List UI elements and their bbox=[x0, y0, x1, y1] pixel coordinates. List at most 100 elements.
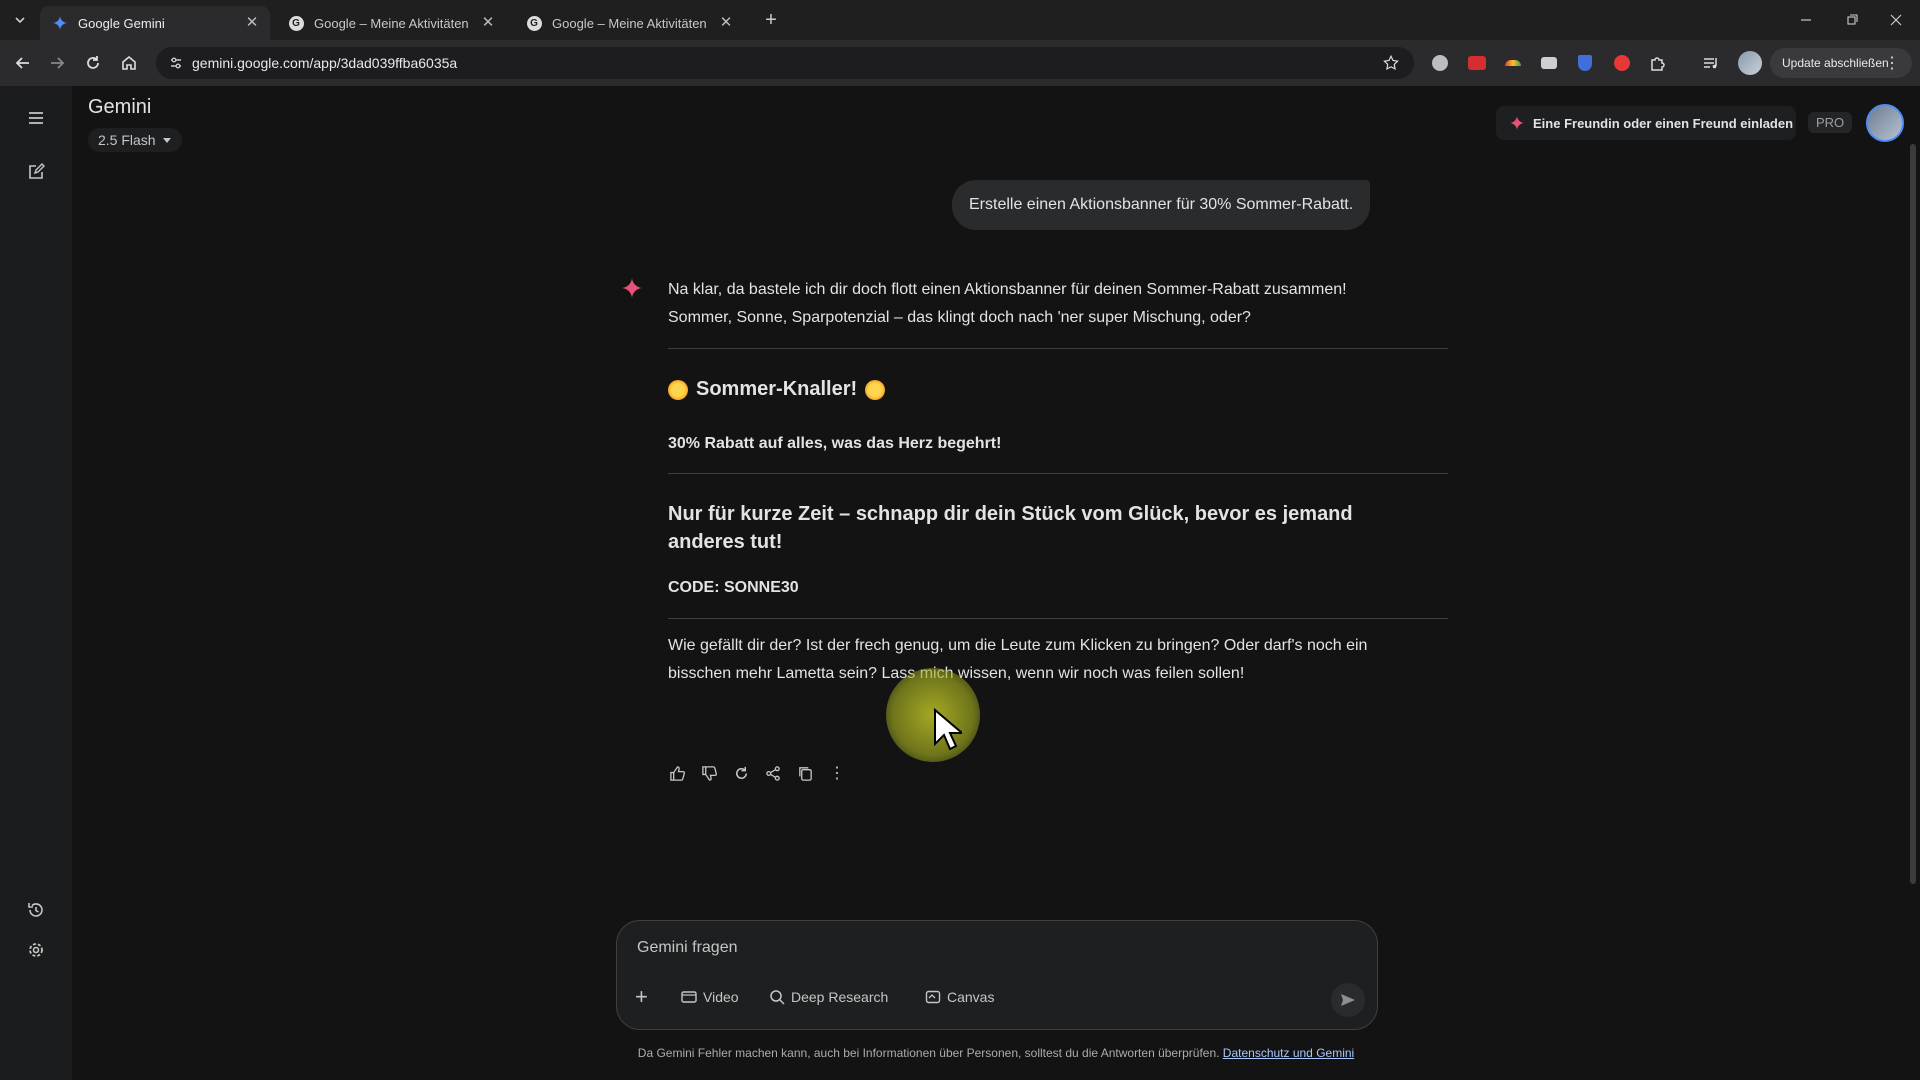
more-options-icon[interactable]: ⋮ bbox=[828, 764, 846, 782]
chevron-down-icon bbox=[15, 17, 25, 24]
minimize-button[interactable] bbox=[1796, 10, 1816, 30]
settings-button[interactable] bbox=[22, 936, 50, 964]
invite-label: Eine Freundin oder einen Freund einladen bbox=[1533, 115, 1794, 131]
profile-avatar-icon[interactable] bbox=[1737, 50, 1763, 76]
new-chat-button[interactable] bbox=[22, 158, 50, 186]
disclaimer-text: Da Gemini Fehler machen kann, auch bei I… bbox=[637, 1046, 1220, 1060]
gemini-main: Gemini 2.5 Flash Eine Freundin oder eine… bbox=[72, 86, 1920, 1080]
caret-down-icon bbox=[162, 138, 171, 143]
menu-button[interactable] bbox=[22, 104, 50, 132]
sun-emoji-icon bbox=[668, 379, 688, 400]
invite-friend-button[interactable]: Eine Freundin oder einen Freund einladen bbox=[1496, 106, 1796, 140]
arrow-right-icon bbox=[51, 57, 65, 69]
site-settings-icon[interactable] bbox=[168, 55, 184, 76]
account-avatar[interactable] bbox=[1866, 104, 1904, 142]
tab-search-button[interactable] bbox=[6, 6, 34, 34]
send-button[interactable] bbox=[1331, 983, 1365, 1017]
response-actions: ⋮ bbox=[668, 764, 846, 782]
pro-badge: PRO bbox=[1808, 112, 1853, 133]
reload-icon bbox=[87, 56, 99, 69]
close-window-button[interactable] bbox=[1886, 10, 1906, 30]
edit-icon bbox=[29, 163, 45, 179]
url-text: gemini.google.com/app/3dad039ffba6035a bbox=[192, 55, 458, 71]
sun-emoji-icon bbox=[865, 379, 886, 400]
history-icon bbox=[28, 903, 43, 917]
gemini-spark-icon bbox=[1510, 116, 1524, 130]
extensions-puzzle-icon[interactable] bbox=[1648, 53, 1668, 73]
banner-headline: Nur für kurze Zeit – schnapp dir dein St… bbox=[668, 503, 1353, 553]
bookmark-star-icon[interactable] bbox=[1382, 54, 1400, 77]
user-message: Erstelle einen Aktionsbanner für 30% Som… bbox=[952, 180, 1371, 230]
update-button[interactable]: Update abschließen ⋮ bbox=[1770, 48, 1912, 78]
home-icon bbox=[122, 55, 136, 70]
response-divider bbox=[668, 618, 1448, 619]
video-icon bbox=[681, 991, 697, 1003]
scrollbar-thumb[interactable] bbox=[1910, 144, 1916, 884]
activity-button[interactable] bbox=[22, 896, 50, 924]
extension-camera-icon[interactable] bbox=[1539, 53, 1559, 73]
tool-label: Video bbox=[703, 989, 739, 1005]
footer-disclaimer: Da Gemini Fehler machen kann, auch bei I… bbox=[72, 1046, 1920, 1060]
regenerate-icon[interactable] bbox=[732, 764, 750, 782]
tool-label: Deep Research bbox=[791, 989, 889, 1005]
close-tab-icon[interactable]: ✕ bbox=[242, 13, 262, 33]
tool-video[interactable]: Video bbox=[681, 983, 739, 1011]
address-bar[interactable]: gemini.google.com/app/3dad039ffba6035a bbox=[156, 47, 1414, 79]
extension-globe-icon[interactable] bbox=[1430, 53, 1450, 73]
banner-subtitle: 30% Rabatt auf alles, was das Herz begeh… bbox=[668, 435, 1002, 452]
extension-shield-icon[interactable] bbox=[1575, 53, 1595, 73]
response-divider bbox=[668, 348, 1448, 349]
new-tab-button[interactable]: + bbox=[760, 10, 782, 32]
reload-button[interactable] bbox=[78, 48, 108, 78]
tab-meine-aktivitaeten-1[interactable]: G Google – Meine Aktivitäten ✕ bbox=[276, 6, 506, 40]
thumbs-down-icon[interactable] bbox=[700, 764, 718, 782]
close-icon bbox=[1890, 14, 1902, 26]
canvas-icon bbox=[925, 990, 941, 1004]
update-label: Update abschließen bbox=[1782, 56, 1889, 70]
tab-meine-aktivitaeten-2[interactable]: G Google – Meine Aktivitäten ✕ bbox=[514, 6, 744, 40]
privacy-link[interactable]: Datenschutz und Gemini bbox=[1223, 1046, 1354, 1060]
prompt-input[interactable]: Gemini fragen bbox=[637, 939, 738, 957]
promo-code: CODE: SONNE30 bbox=[668, 579, 799, 596]
tool-label: Canvas bbox=[947, 989, 995, 1005]
extension-rainbow-icon[interactable] bbox=[1503, 53, 1523, 73]
share-icon[interactable] bbox=[764, 764, 782, 782]
banner-title: Sommer-Knaller! bbox=[668, 378, 1378, 401]
menu-icon bbox=[29, 112, 43, 124]
google-g-icon: G bbox=[526, 15, 542, 31]
more-vert-icon: ⋮ bbox=[1884, 55, 1900, 72]
banner-title-text: Sommer-Knaller! bbox=[696, 378, 858, 400]
tool-deep-research[interactable]: Deep Research bbox=[769, 983, 888, 1011]
close-tab-icon[interactable]: ✕ bbox=[478, 13, 498, 33]
extension-flash-icon[interactable] bbox=[1612, 53, 1632, 73]
extension-password-icon[interactable] bbox=[1467, 53, 1487, 73]
media-controls-icon[interactable] bbox=[1701, 53, 1721, 73]
copy-icon[interactable] bbox=[796, 764, 814, 782]
tab-title: Google – Meine Aktivitäten bbox=[314, 15, 469, 31]
google-g-icon: G bbox=[288, 15, 304, 31]
add-button[interactable]: + bbox=[635, 983, 648, 1011]
tab-google-gemini[interactable]: Google Gemini ✕ bbox=[40, 6, 270, 40]
close-tab-icon[interactable]: ✕ bbox=[716, 13, 736, 33]
tool-canvas[interactable]: Canvas bbox=[925, 983, 994, 1011]
back-button[interactable] bbox=[8, 48, 38, 78]
model-label: 2.5 Flash bbox=[98, 132, 156, 148]
prompt-input-box[interactable]: Gemini fragen + Video Deep Research Canv… bbox=[616, 920, 1378, 1030]
model-selector[interactable]: 2.5 Flash bbox=[88, 128, 182, 152]
tab-title: Google Gemini bbox=[78, 15, 165, 31]
mouse-cursor-icon bbox=[934, 708, 962, 751]
send-icon bbox=[1341, 994, 1355, 1006]
tab-title: Google – Meine Aktivitäten bbox=[552, 15, 707, 31]
gemini-sidebar bbox=[0, 86, 72, 1080]
thumbs-up-icon[interactable] bbox=[668, 764, 686, 782]
browser-tab-bar: Google Gemini ✕ G Google – Meine Aktivit… bbox=[0, 0, 1920, 40]
gear-icon bbox=[29, 943, 43, 957]
browser-toolbar: gemini.google.com/app/3dad039ffba6035a U… bbox=[0, 40, 1920, 86]
restore-button[interactable] bbox=[1842, 10, 1862, 30]
response-intro: Na klar, da bastele ich dir doch flott e… bbox=[668, 281, 1347, 326]
minimize-icon bbox=[1801, 19, 1811, 21]
gemini-spark-icon bbox=[622, 278, 642, 298]
app-title: Gemini bbox=[88, 96, 152, 118]
forward-button[interactable] bbox=[42, 48, 72, 78]
home-button[interactable] bbox=[114, 48, 144, 78]
